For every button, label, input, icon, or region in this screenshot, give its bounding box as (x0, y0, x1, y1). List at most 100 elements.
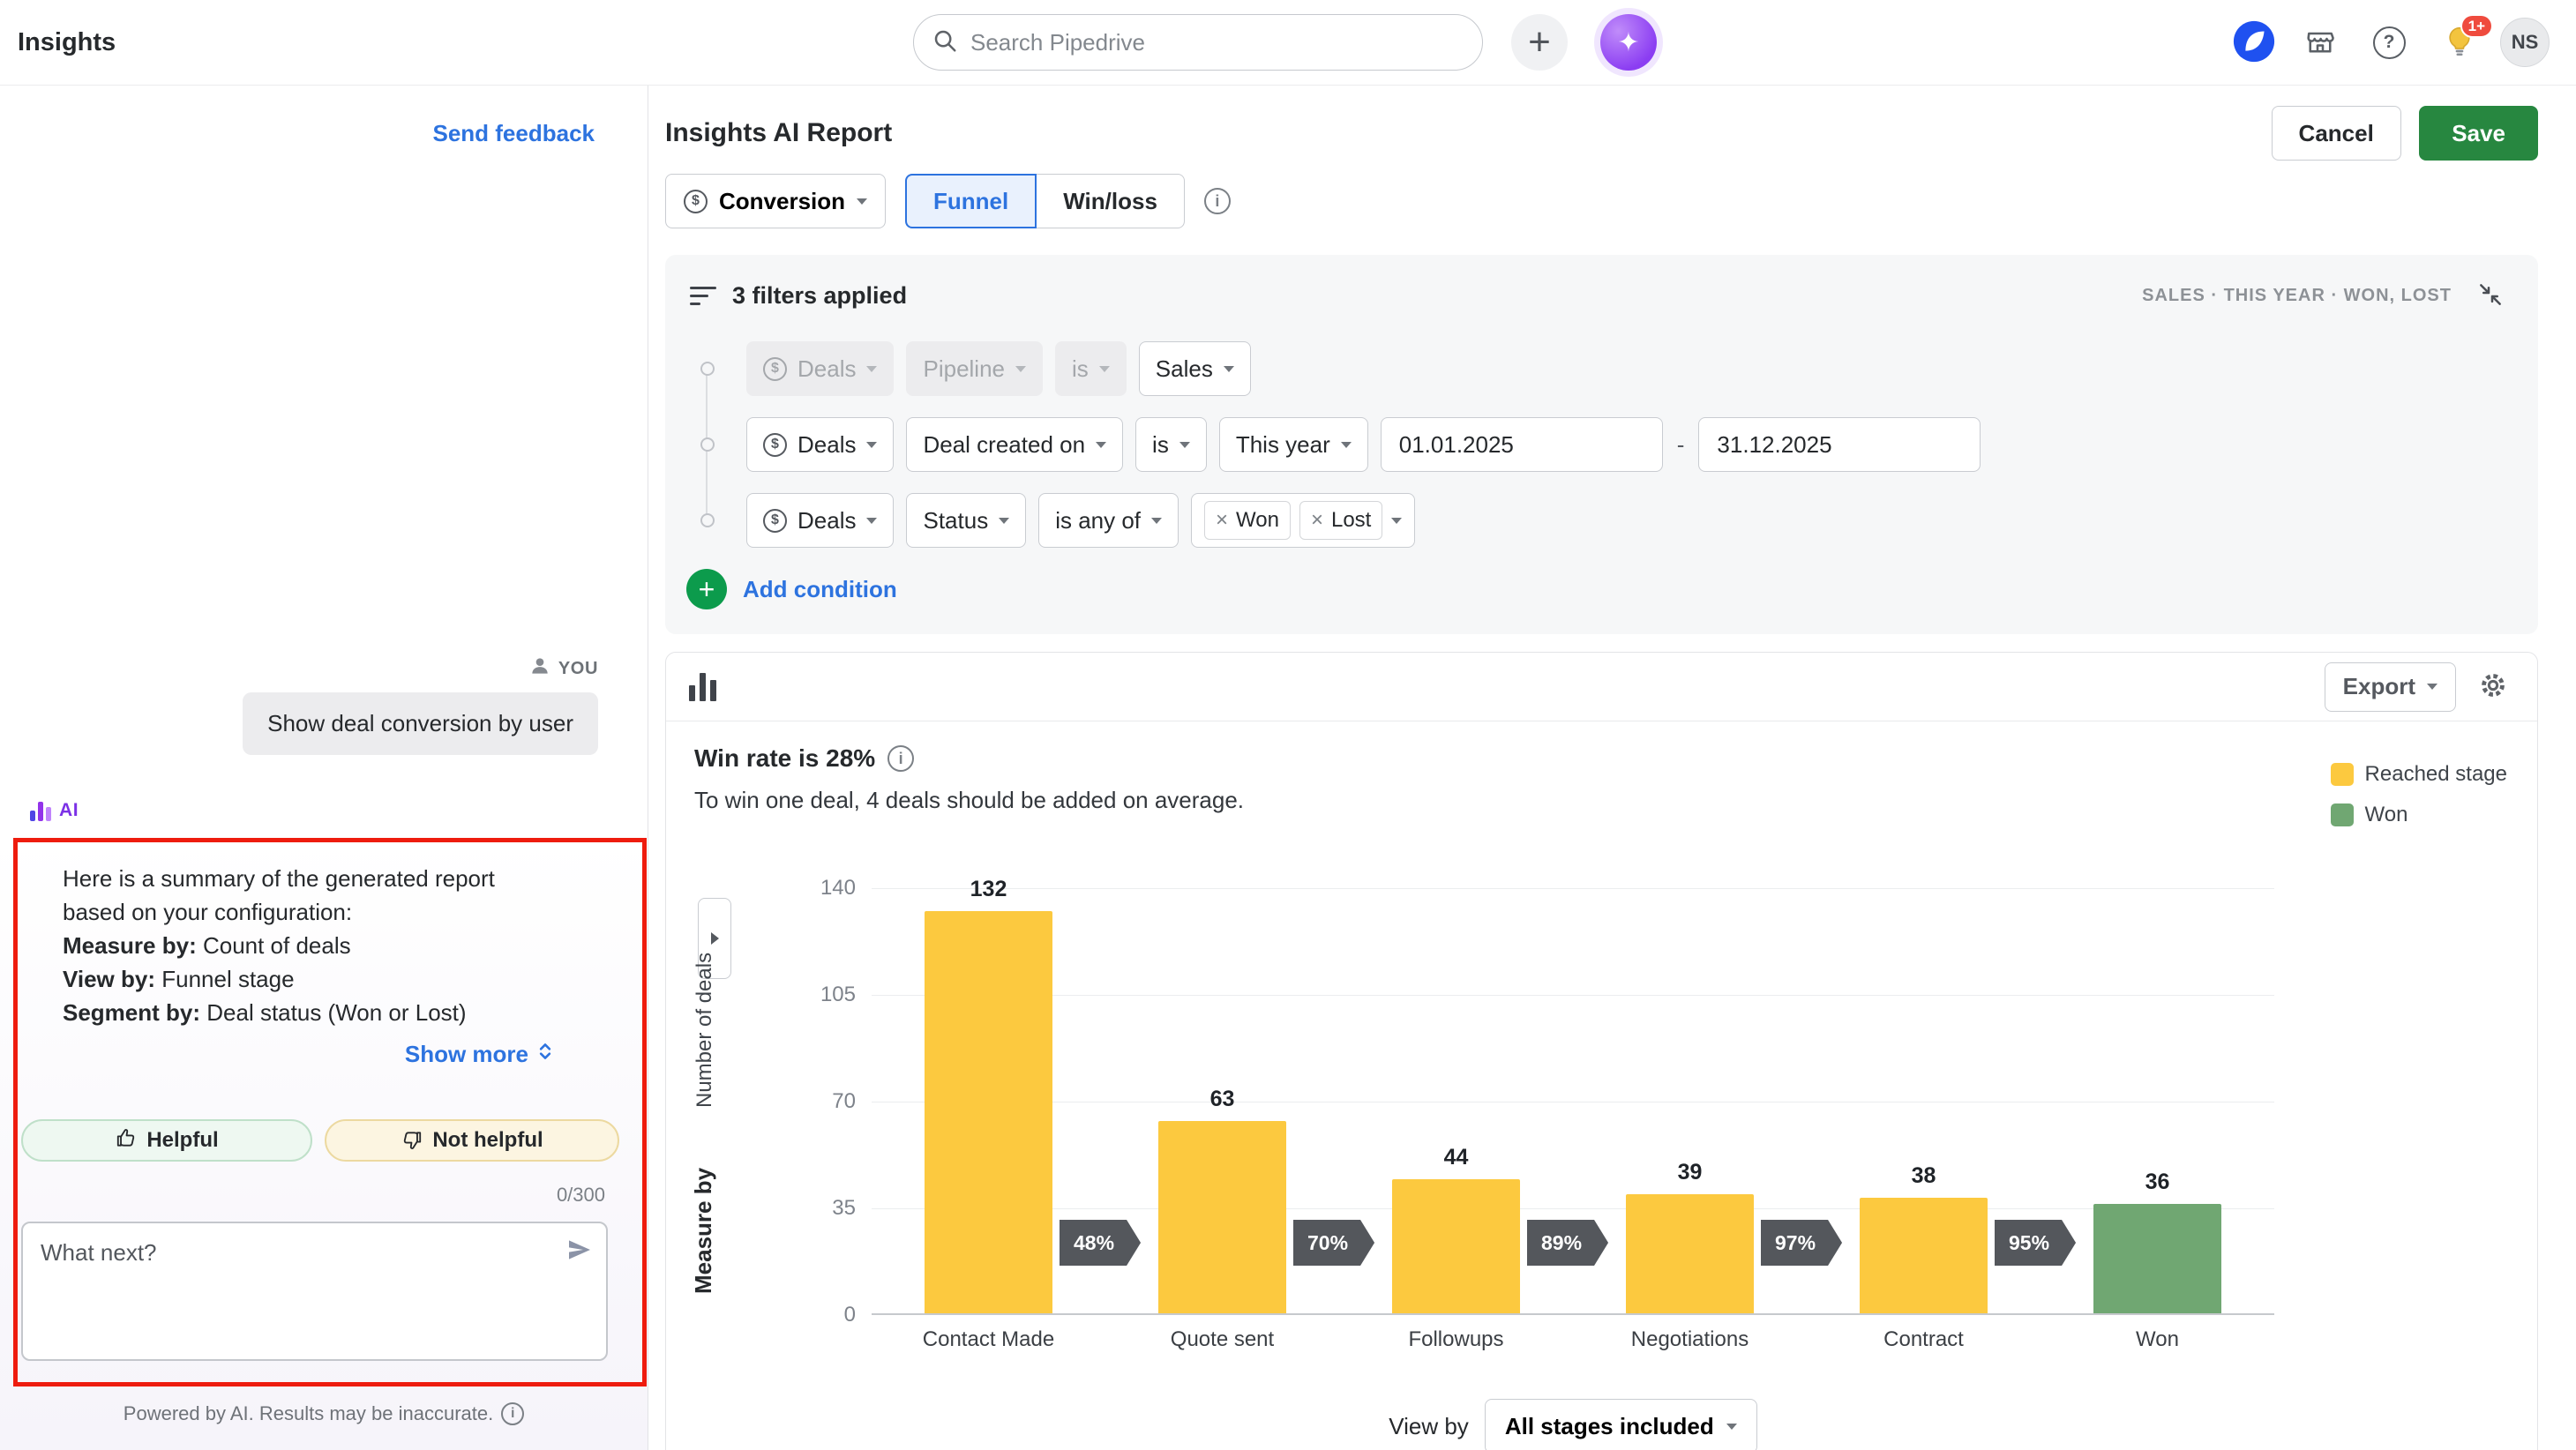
chat-input[interactable] (23, 1223, 606, 1359)
view-by-label: View by (1389, 1413, 1469, 1440)
ai-assistant-button[interactable]: ✦ (1600, 14, 1657, 71)
filter-deal-created-on-button[interactable]: Deal created on (906, 417, 1123, 472)
whats-new-button[interactable]: 1+ (2438, 21, 2481, 64)
y-tick-label: 35 (785, 1196, 856, 1221)
filter-button-label: Status (923, 507, 988, 534)
send-button[interactable] (565, 1236, 594, 1267)
filter-icon (690, 287, 716, 305)
filter-this-year-button[interactable]: This year (1219, 417, 1368, 472)
filter-button-label: Pipeline (923, 355, 1005, 383)
ai-label: AI (59, 800, 79, 821)
caret-down-icon (1341, 442, 1352, 448)
not-helpful-button[interactable]: Not helpful (325, 1119, 619, 1162)
show-more-button[interactable]: Show more (63, 1040, 557, 1069)
help-button[interactable]: ? (2368, 21, 2410, 64)
legend-swatch (2331, 803, 2354, 826)
filter-row: $Deals Status is any of × Won ×Lost (746, 493, 2510, 548)
y-tick-label: 140 (785, 876, 856, 901)
settings-button[interactable] (2472, 666, 2514, 708)
gridline (872, 995, 2274, 996)
x-axis-label: Contract (1807, 1327, 2041, 1352)
filter-is-button[interactable]: is (1135, 417, 1207, 472)
export-button[interactable]: Export (2325, 662, 2456, 712)
ai-response-intro: Here is a summary of the generated repor… (63, 862, 557, 929)
filter-button-label: Deals (798, 431, 856, 459)
config-value: Funnel stage (155, 966, 295, 992)
deal-dollar-icon: $ (684, 190, 708, 213)
global-search[interactable] (913, 14, 1483, 71)
date-input[interactable]: 01.01.2025 (1381, 417, 1663, 472)
avatar[interactable]: NS (2500, 18, 2550, 67)
search-icon (932, 27, 958, 58)
filter-button-label: Deals (798, 507, 856, 534)
ai-config-item: View by: Funnel stage (63, 962, 557, 996)
bar-value-label: 132 (918, 877, 1060, 902)
x-axis-label: Followups (1339, 1327, 1573, 1352)
filter-deals-button[interactable]: $Deals (746, 493, 894, 548)
bar-value-label: 63 (1152, 1087, 1293, 1112)
tab-win-loss[interactable]: Win/loss (1037, 174, 1185, 228)
info-icon: i (1204, 188, 1231, 214)
caret-down-icon (866, 442, 877, 448)
filter-chip-lost[interactable]: ×Lost (1299, 501, 1382, 540)
quick-add-button[interactable]: + (1511, 14, 1568, 71)
bar-quote-sent[interactable] (1158, 1121, 1286, 1313)
bar-followups[interactable] (1392, 1179, 1520, 1313)
filter-is-any-of-button[interactable]: is any of (1038, 493, 1179, 548)
metric-dropdown[interactable]: $ Conversion (665, 174, 886, 228)
filter-sales-button[interactable]: Sales (1139, 341, 1251, 396)
search-input[interactable] (970, 29, 1464, 56)
filter-deals-button[interactable]: $Deals (746, 417, 894, 472)
filter-deals-button[interactable]: $Deals (746, 341, 894, 396)
caret-down-icon (1726, 1424, 1737, 1430)
helpful-button[interactable]: Helpful (21, 1119, 312, 1162)
filter-status-button[interactable]: Status (906, 493, 1026, 548)
plus-icon: + (1528, 23, 1551, 62)
add-condition-button[interactable]: + Add condition (686, 569, 897, 609)
tab-funnel[interactable]: Funnel (905, 174, 1037, 228)
save-button[interactable]: Save (2419, 106, 2538, 161)
plus-icon: + (686, 569, 727, 609)
caret-down-icon (1391, 518, 1402, 524)
ai-config-item: Segment by: Deal status (Won or Lost) (63, 996, 557, 1029)
legend-item: Won (2331, 803, 2507, 827)
bar-contract[interactable] (1860, 1198, 1988, 1313)
filter-is-button[interactable]: is (1055, 341, 1127, 396)
remove-chip-icon[interactable]: × (1311, 510, 1323, 531)
bar-negotiations[interactable] (1626, 1194, 1754, 1313)
filter-pipeline-button[interactable]: Pipeline (906, 341, 1043, 396)
user-message-bubble: Show deal conversion by user (243, 692, 598, 755)
expand-icon (534, 1040, 557, 1069)
collapse-filters-button[interactable] (2471, 276, 2510, 315)
send-icon (565, 1253, 594, 1267)
chart-legend: Reached stageWon (2331, 762, 2507, 827)
filters-summary: 3 filters applied (732, 282, 907, 310)
y-axis: 03570105140 (785, 888, 856, 1315)
remove-chip-icon[interactable]: × (1216, 510, 1228, 531)
person-icon (528, 654, 551, 683)
measure-by-label[interactable]: Measure by (690, 1154, 717, 1308)
chart-body: Win rate is 28% i To win one deal, 4 dea… (666, 721, 2537, 1450)
chip-label: Won (1236, 508, 1279, 533)
bar-contact-made[interactable] (925, 911, 1052, 1313)
report-area: Insights AI Report Cancel Save $ Convers… (648, 86, 2576, 1450)
view-by-dropdown[interactable]: All stages included (1485, 1399, 1757, 1450)
caret-down-icon (866, 366, 877, 372)
thumbs-up-icon (115, 1126, 138, 1155)
info-icon: i (887, 745, 914, 772)
report-header: Insights AI Report Cancel Save (665, 105, 2538, 161)
conversion-badge: 48% (1060, 1220, 1141, 1266)
caret-down-icon (1179, 442, 1190, 448)
ai-bars-icon (30, 800, 51, 821)
send-feedback-link[interactable]: Send feedback (432, 120, 595, 147)
copilot-button[interactable] (2233, 21, 2275, 64)
bar-won[interactable] (2093, 1204, 2221, 1313)
filters-shortcuts: SALES · THIS YEAR · WON, LOST (2142, 286, 2452, 306)
marketplace-button[interactable] (2299, 21, 2341, 64)
date-input[interactable]: 31.12.2025 (1698, 417, 1981, 472)
status-chip-group[interactable]: × Won ×Lost (1191, 493, 1415, 548)
y-tick-label: 105 (785, 983, 856, 1007)
filter-chip-won[interactable]: × Won (1204, 501, 1291, 540)
cancel-button[interactable]: Cancel (2272, 106, 2401, 161)
config-label: Measure by: (63, 932, 197, 959)
